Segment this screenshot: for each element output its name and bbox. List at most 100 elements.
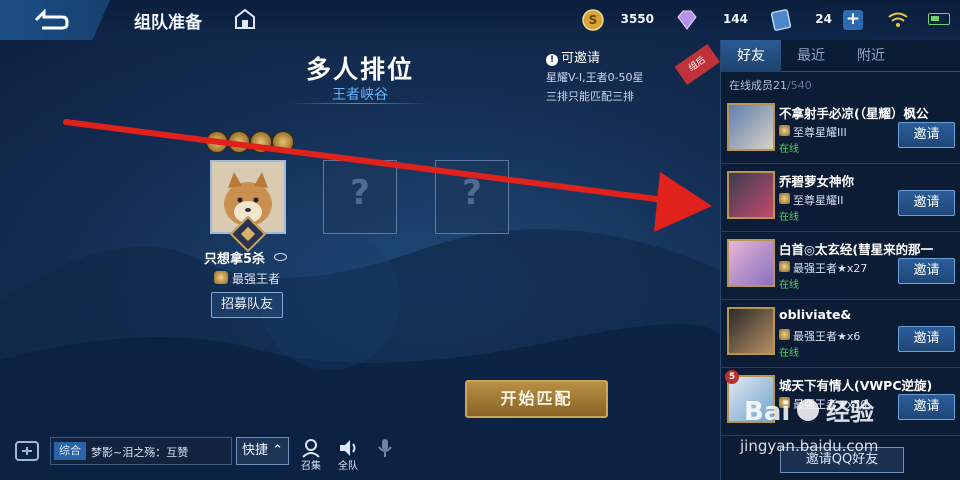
online-label: 在线成员21 [729, 79, 787, 92]
rally-icon [302, 439, 320, 458]
rank-crest-icon [779, 261, 790, 272]
invite-rules: ! 可邀请 星耀V-I,王者0-50星 三排只能匹配三排 [546, 49, 644, 106]
page-title: 组队准备 [134, 13, 202, 33]
question-mark-icon: ? [462, 173, 482, 213]
friend-avatar[interactable] [727, 171, 775, 219]
quick-chat-button[interactable]: 快捷 ⌃ [236, 437, 289, 465]
friend-rank-label: 最强王者★x50 [793, 398, 868, 411]
hero-chip-icon [272, 131, 294, 153]
rank-crest-icon [779, 329, 790, 340]
empty-team-slot[interactable]: ? [435, 160, 509, 234]
mic-icon [378, 439, 392, 457]
invite-button[interactable]: 邀请 [898, 190, 955, 216]
friend-name: 白首◎太玄经(彗星来的那一 [779, 242, 934, 257]
gem-icon [677, 10, 697, 30]
tab-friends[interactable]: 好友 [721, 40, 781, 72]
friend-status: 在线 [779, 212, 799, 223]
friend-row[interactable]: 乔碧萝女神你 至尊星耀II 在线 邀请 [721, 166, 960, 232]
mode-title: 多人排位 [305, 55, 414, 84]
friend-name: 城天下有情人(VWPC逆旋) [779, 378, 933, 393]
info-icon: ! [546, 54, 558, 66]
friend-name: 乔碧萝女神你 [779, 174, 855, 189]
chat-channel-tag[interactable]: 综合 [54, 442, 86, 460]
top-bar: 组队准备 S 3550 144 24 + [0, 0, 960, 40]
rally-button[interactable]: 召集 [297, 437, 325, 477]
back-button[interactable] [0, 0, 110, 40]
corner-tag: 组后 [674, 43, 720, 85]
online-count: 在线成员21/540 [729, 77, 812, 93]
friend-row[interactable]: 不拿射手必凉(（星耀）枫公 至尊星耀III 在线 邀请 [721, 98, 960, 164]
player-rank-label: 最强王者 [232, 272, 281, 286]
chat-message: 梦影~泪之殇：互赞 [91, 446, 189, 459]
svg-text:S: S [589, 13, 598, 27]
friend-row[interactable]: obliviate& 最强王者★x6 在线 邀请 [721, 302, 960, 368]
speaker-icon [340, 440, 356, 456]
invite-rule-1: 星耀V-I,王者0-50星 [546, 71, 644, 84]
rank-crest-icon [779, 397, 790, 408]
player-rank: 最强王者 [214, 270, 280, 287]
home-icon[interactable] [234, 8, 256, 30]
recruit-teammates-button[interactable]: 招募队友 [211, 292, 283, 318]
friend-row[interactable]: 白首◎太玄经(彗星来的那一 最强王者★x27 在线 邀请 [721, 234, 960, 300]
invite-rule-2: 三排只能匹配三排 [546, 90, 634, 103]
ticket-counter: 24 [770, 9, 838, 31]
invite-head: 可邀请 [561, 51, 601, 66]
team-voice-button[interactable]: 全队 [334, 437, 362, 477]
friend-rank-label: 最强王者★x27 [793, 262, 868, 275]
player-name: 只想拿5杀 [204, 252, 266, 267]
gold-counter: S 3550 [582, 9, 660, 31]
add-currency-button[interactable]: + [843, 10, 863, 30]
ticket-value: 24 [815, 12, 832, 26]
hero-chip-icon [250, 131, 272, 153]
gem-counter: 144 [676, 9, 754, 31]
ticket-icon [770, 9, 792, 31]
player-hero-icons [206, 131, 298, 153]
question-mark-icon: ? [350, 173, 370, 213]
rank-crest-icon [779, 193, 790, 204]
mic-button[interactable] [371, 437, 399, 477]
friend-status: 在线 [779, 348, 799, 359]
hero-chip-icon [228, 131, 250, 153]
friend-rank: 最强王者★x50 [779, 396, 867, 412]
panel-tabs: 好友 最近 附近 [721, 40, 960, 72]
friend-rank: 最强王者★x6 [779, 328, 860, 344]
friend-rank-label: 至尊星耀II [793, 194, 844, 207]
gold-value: 3550 [620, 12, 654, 26]
voice-icon[interactable] [12, 438, 44, 466]
friend-avatar[interactable] [727, 307, 775, 355]
friend-level-badge: 5 [725, 370, 739, 384]
friend-avatar[interactable] [727, 103, 775, 151]
hero-chip-icon [206, 131, 228, 153]
rank-crest-icon [779, 125, 790, 136]
invite-button[interactable]: 邀请 [898, 394, 955, 420]
tab-recent[interactable]: 最近 [783, 40, 839, 72]
rally-label: 召集 [301, 461, 321, 472]
friend-name: 不拿射手必凉(（星耀）枫公 [779, 106, 929, 121]
invite-button[interactable]: 邀请 [898, 326, 955, 352]
friend-status: 在线 [779, 144, 799, 155]
friend-rank-label: 最强王者★x6 [793, 330, 861, 343]
rank-crest-icon [214, 271, 228, 284]
invite-button[interactable]: 邀请 [898, 122, 955, 148]
empty-team-slot[interactable]: ? [323, 160, 397, 234]
friend-name: obliviate& [779, 307, 852, 322]
team-voice-label: 全队 [338, 461, 358, 472]
friend-row[interactable]: 5 城天下有情人(VWPC逆旋) 最强王者★x50 邀请 [721, 370, 960, 436]
friend-rank: 至尊星耀III [779, 124, 847, 140]
friend-status: 在线 [779, 280, 799, 291]
tab-nearby[interactable]: 附近 [843, 40, 899, 72]
start-match-button[interactable]: 开始匹配 [465, 380, 608, 418]
battery-icon [928, 13, 950, 25]
wifi-icon [888, 12, 908, 27]
friend-avatar[interactable] [727, 239, 775, 287]
eye-icon[interactable] [274, 253, 287, 261]
online-total: /540 [787, 79, 812, 92]
gem-value: 144 [722, 12, 748, 26]
gold-coin-icon: S [582, 9, 604, 31]
friends-panel: 好友 最近 附近 在线成员21/540 不拿射手必凉(（星耀）枫公 至尊星耀II… [720, 40, 960, 480]
invite-button[interactable]: 邀请 [898, 258, 955, 284]
friend-rank: 最强王者★x27 [779, 260, 867, 276]
map-name: 王者峡谷 [332, 87, 388, 103]
chat-bar[interactable]: 综合 梦影~泪之殇：互赞 [50, 437, 232, 465]
back-icon [34, 9, 69, 30]
